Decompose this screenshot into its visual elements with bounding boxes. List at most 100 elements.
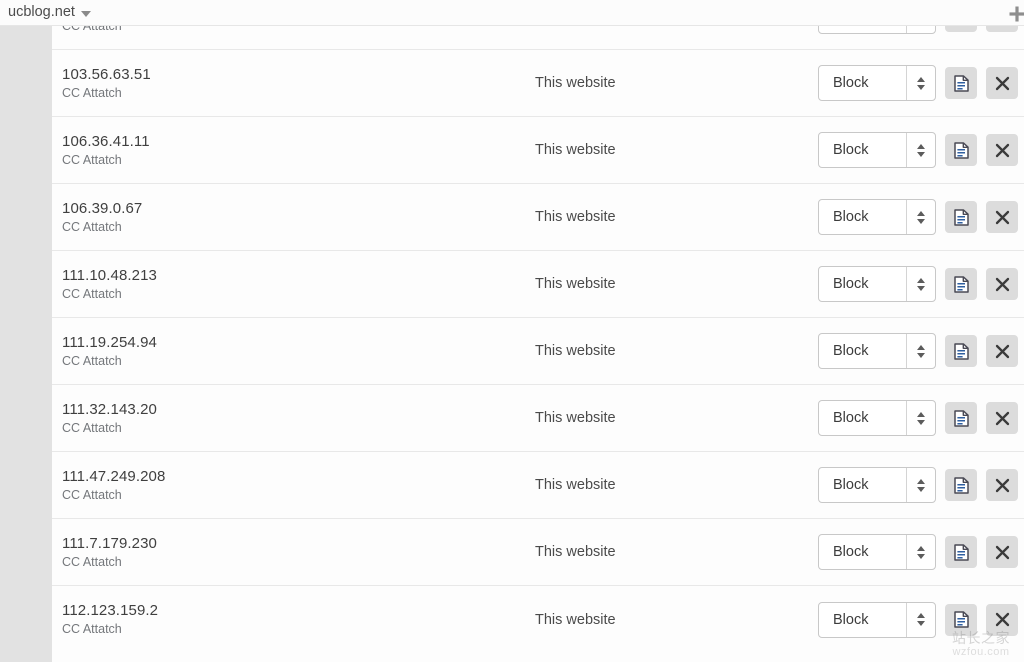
document-icon: [953, 275, 969, 293]
row-controls: Block: [818, 400, 1024, 436]
chevron-down-icon: [80, 10, 91, 17]
close-icon: [995, 277, 1010, 292]
row-details-button[interactable]: [945, 134, 977, 166]
row-remove-button[interactable]: [986, 268, 1018, 300]
row-details-button[interactable]: [945, 201, 977, 233]
permission-select-value: Block: [833, 611, 869, 628]
chevron-up-icon: [917, 478, 925, 484]
permission-select[interactable]: Block: [818, 534, 936, 570]
permission-list: 102.33.12.9CC AttatchThis websiteBlock10…: [52, 26, 1024, 653]
row-identity: 106.36.41.11 CC Attatch: [62, 133, 522, 168]
row-remove-button[interactable]: [986, 603, 1018, 636]
row-controls: Block: [818, 467, 1024, 503]
permission-select[interactable]: Block: [818, 266, 936, 302]
document-icon: [953, 141, 969, 159]
row-details-button[interactable]: [945, 603, 977, 636]
permission-select-value: Block: [833, 142, 869, 158]
row-ip-address: 111.19.254.94: [62, 333, 157, 351]
spinner-arrows-icon[interactable]: [907, 613, 935, 626]
table-row: 102.33.12.9CC AttatchThis websiteBlock: [52, 26, 1024, 50]
chevron-up-icon: [917, 613, 925, 618]
close-icon: [995, 545, 1010, 560]
spinner-arrows-icon[interactable]: [907, 545, 935, 559]
permission-select-value: Block: [833, 544, 869, 560]
spinner-arrows-icon[interactable]: [907, 210, 935, 224]
row-ip-address: 103.56.63.51: [62, 65, 151, 83]
row-remove-button[interactable]: [986, 67, 1018, 99]
row-subtitle: CC Attatch: [62, 487, 122, 502]
row-subtitle: CC Attatch: [62, 152, 122, 167]
chevron-down-icon: [917, 419, 925, 425]
spinner-arrows-icon[interactable]: [907, 143, 935, 157]
row-details-button[interactable]: [945, 268, 977, 300]
row-details-button[interactable]: [945, 335, 977, 367]
permission-select[interactable]: Block: [818, 333, 936, 369]
spinner-arrows-icon[interactable]: [907, 76, 935, 90]
permission-select[interactable]: Block: [818, 132, 936, 168]
row-controls: Block: [818, 199, 1024, 235]
browser-permissions-page: ucblog.net 102.33.12.9CC AttatchThis web…: [0, 0, 1024, 662]
row-controls: Block: [818, 26, 1024, 34]
row-remove-button[interactable]: [986, 26, 1018, 32]
spinner-arrows-icon[interactable]: [907, 277, 935, 291]
row-identity: 112.123.159.2 CC Attatch: [62, 602, 522, 637]
plus-icon[interactable]: [1006, 3, 1024, 25]
chevron-down-icon: [917, 151, 925, 157]
row-details-button[interactable]: [945, 67, 977, 99]
row-remove-button[interactable]: [986, 469, 1018, 501]
left-gutter: [0, 26, 52, 662]
document-icon: [953, 611, 969, 628]
document-icon: [953, 409, 969, 427]
row-ip-address: 111.10.48.213: [62, 266, 157, 284]
permission-select[interactable]: Block: [818, 601, 936, 638]
row-details-button[interactable]: [945, 26, 977, 32]
row-remove-button[interactable]: [986, 402, 1018, 434]
permission-select[interactable]: Block: [818, 26, 936, 34]
permission-select[interactable]: Block: [818, 199, 936, 235]
close-icon: [995, 612, 1010, 627]
chevron-up-icon: [917, 277, 925, 283]
chevron-down-icon: [917, 218, 925, 224]
chevron-down-icon: [917, 84, 925, 90]
row-ip-address: 106.36.41.11: [62, 132, 150, 150]
row-remove-button[interactable]: [986, 335, 1018, 367]
permission-select[interactable]: Block: [818, 400, 936, 436]
row-ip-address: 111.32.143.20: [62, 400, 157, 418]
site-identity-menu[interactable]: ucblog.net: [0, 5, 91, 20]
row-identity: 102.33.12.9CC Attatch: [62, 26, 522, 33]
row-remove-button[interactable]: [986, 536, 1018, 568]
permission-select-value: Block: [833, 410, 869, 426]
permission-list-viewport[interactable]: 102.33.12.9CC AttatchThis websiteBlock10…: [52, 26, 1024, 662]
row-remove-button[interactable]: [986, 134, 1018, 166]
chevron-up-icon: [917, 143, 925, 149]
row-scope: This website: [535, 209, 616, 225]
row-controls: Block: [818, 333, 1024, 369]
row-scope: This website: [535, 477, 616, 493]
permission-select[interactable]: Block: [818, 467, 936, 503]
close-icon: [995, 411, 1010, 426]
chevron-down-icon: [917, 621, 925, 626]
chevron-up-icon: [917, 344, 925, 350]
permission-select-value: Block: [833, 276, 869, 292]
row-details-button[interactable]: [945, 536, 977, 568]
document-icon: [953, 74, 969, 92]
row-subtitle: CC Attatch: [62, 219, 122, 234]
row-identity: 111.19.254.94 CC Attatch: [62, 334, 522, 369]
row-details-button[interactable]: [945, 402, 977, 434]
row-identity: 111.32.143.20 CC Attatch: [62, 401, 522, 436]
table-row: 106.39.0.67 CC Attatch This website Block: [52, 184, 1024, 251]
table-row: 103.56.63.51 CC Attatch This website Block: [52, 50, 1024, 117]
spinner-arrows-icon[interactable]: [907, 478, 935, 492]
spinner-arrows-icon[interactable]: [907, 344, 935, 358]
row-details-button[interactable]: [945, 469, 977, 501]
table-row: 106.36.41.11 CC Attatch This website Block: [52, 117, 1024, 184]
table-row: 111.7.179.230 CC Attatch This website Block: [52, 519, 1024, 586]
row-remove-button[interactable]: [986, 201, 1018, 233]
permission-select-value: Block: [833, 75, 869, 91]
row-identity: 106.39.0.67 CC Attatch: [62, 200, 522, 235]
permission-select[interactable]: Block: [818, 65, 936, 101]
row-scope: This website: [535, 611, 616, 628]
permission-select-value: Block: [833, 343, 869, 359]
spinner-arrows-icon[interactable]: [907, 411, 935, 425]
table-row: 111.47.249.208 CC Attatch This website Bloc…: [52, 452, 1024, 519]
